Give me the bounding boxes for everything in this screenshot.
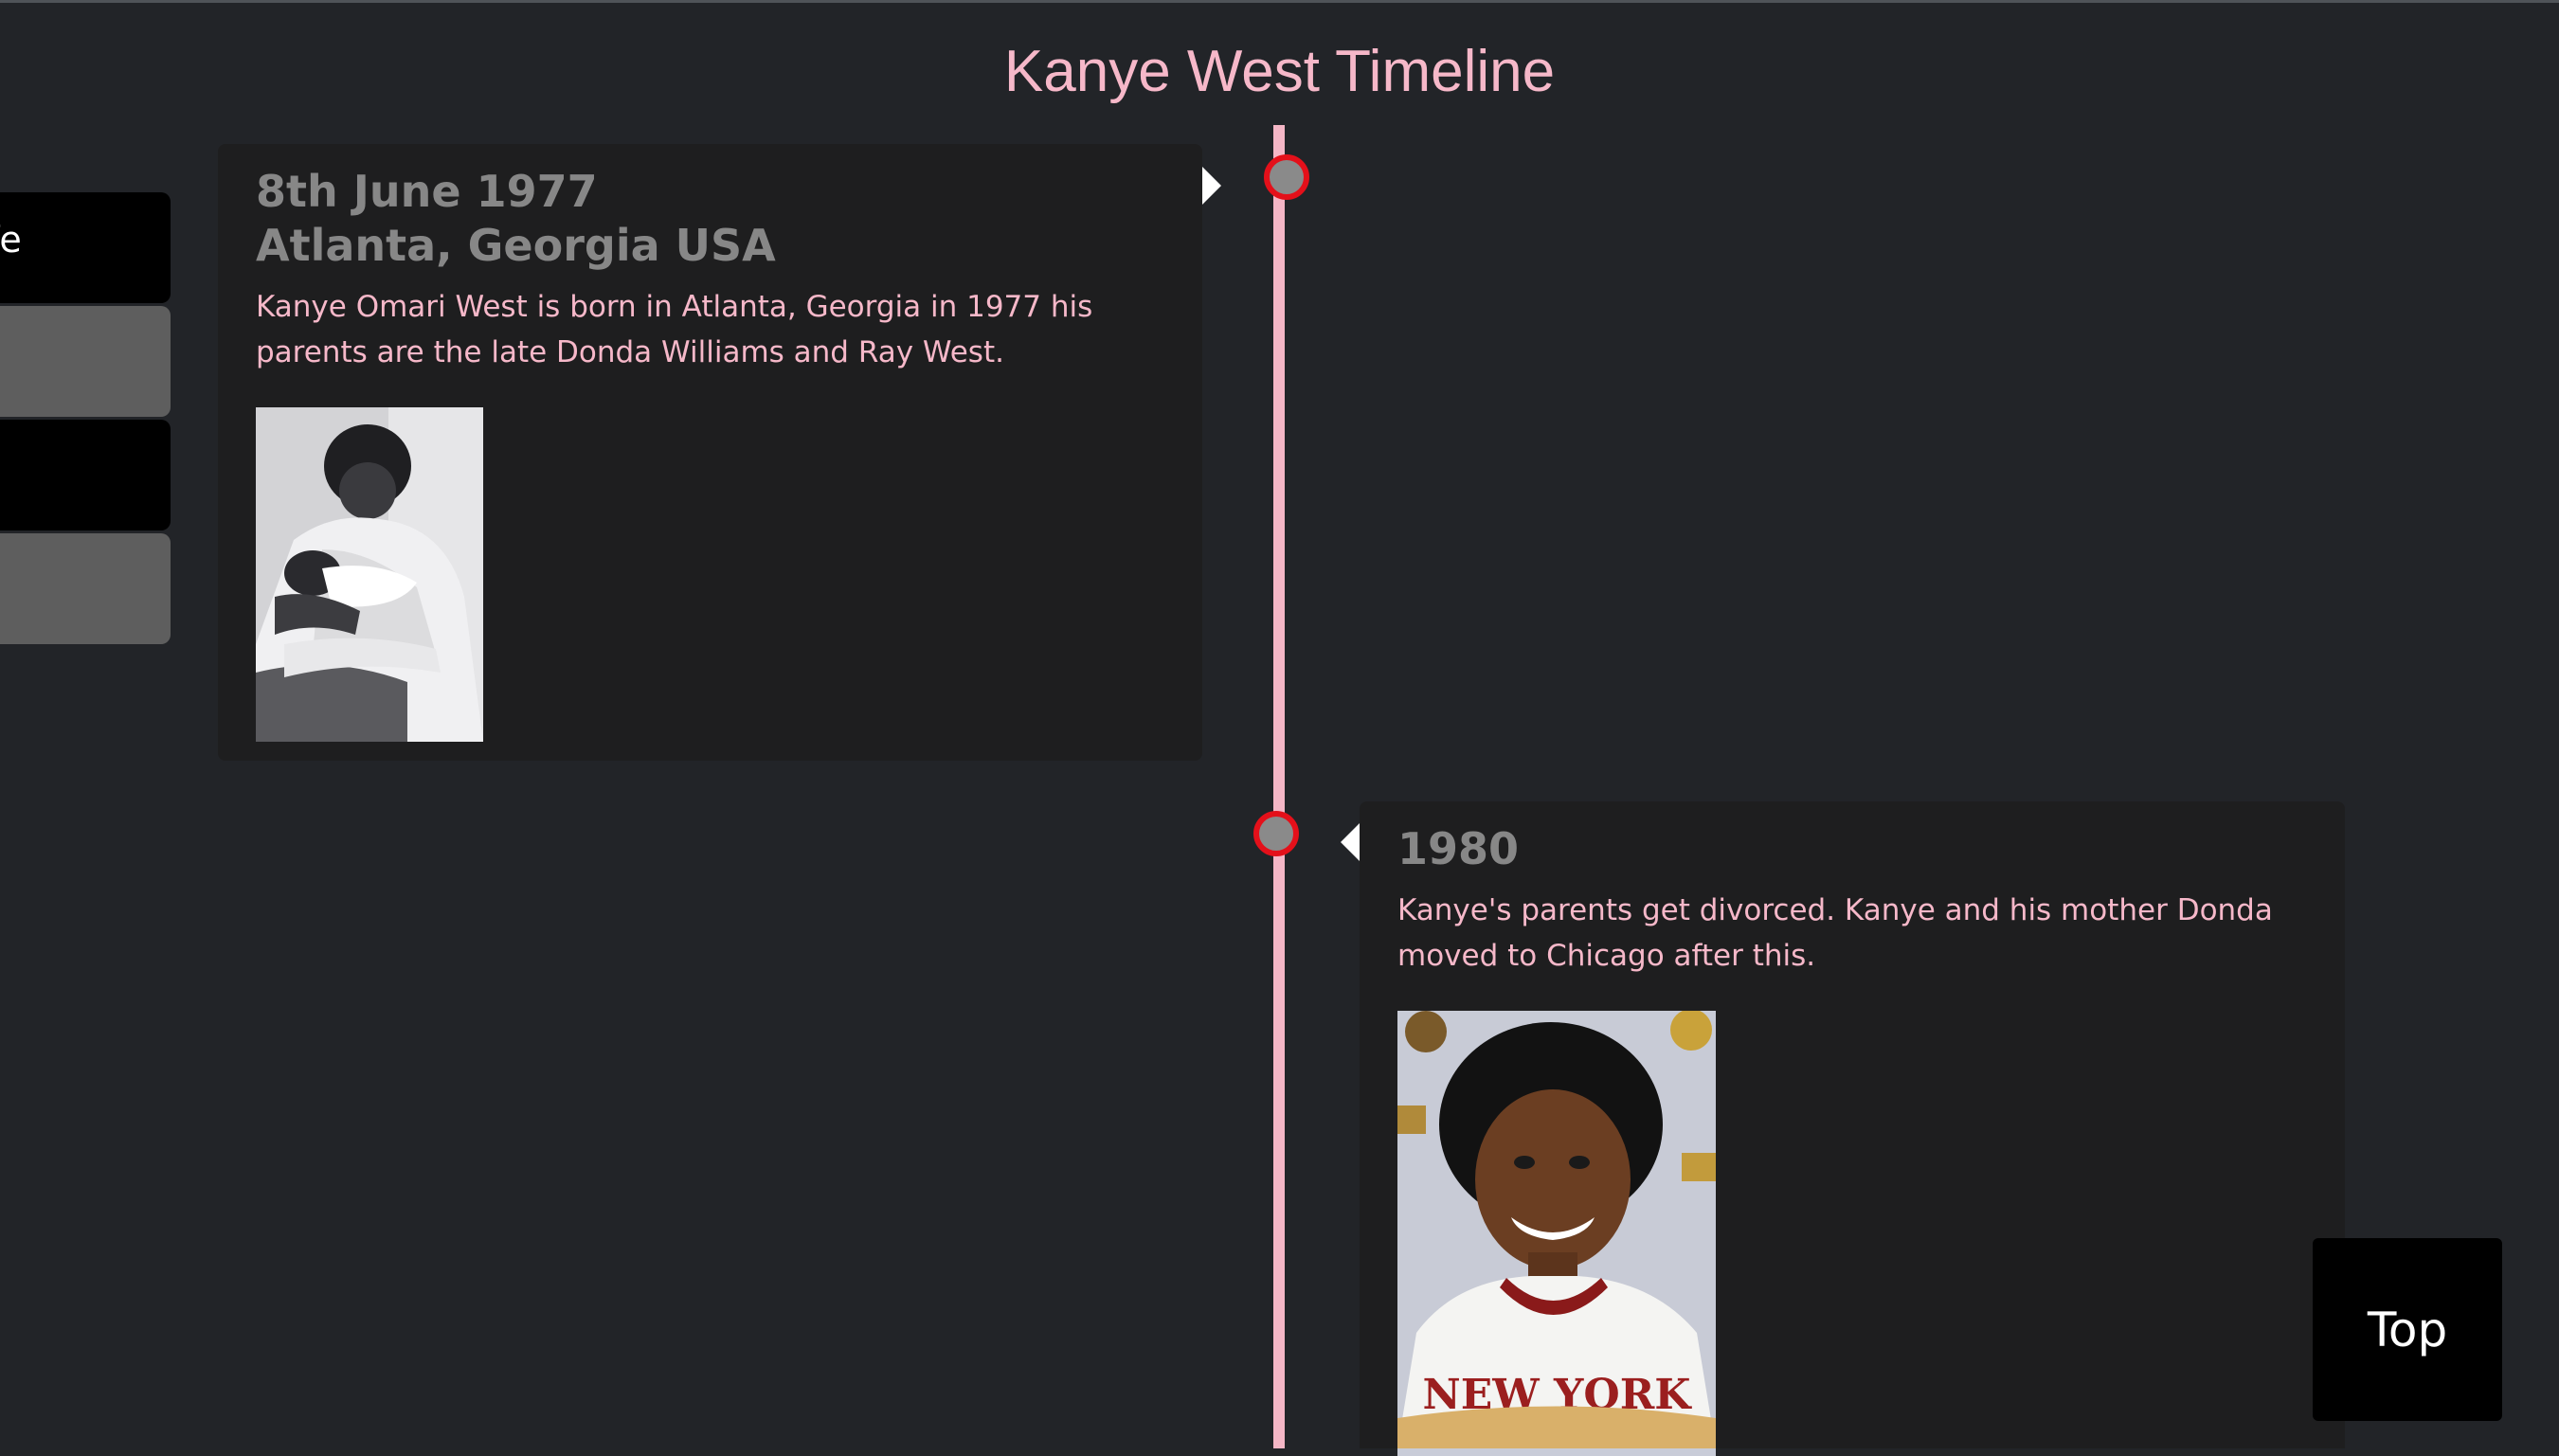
timeline-event-card: 8th June 1977 Atlanta, Georgia USA Kanye… [218,144,1202,761]
event-description: Kanye's parents get divorced. Kanye and … [1397,893,2273,973]
event-photo: NEW YORK [1397,1011,1716,1456]
side-nav-item-1[interactable]: fe [0,192,171,303]
event-photo [256,407,483,742]
event-date: 1980 [1397,823,1520,874]
event-description: Kanye Omari West is born in Atlanta, Geo… [256,290,1093,369]
timeline-event-card: 1980 Kanye's parents get divorced. Kanye… [1360,801,2345,1456]
page-title: Kanye West Timeline [1003,39,1556,104]
timeline-dot [1253,811,1299,856]
card-pointer-left-icon [1341,823,1360,861]
timeline-dot [1264,154,1309,200]
card-pointer-right-icon [1202,167,1221,205]
event-date: 8th June 1977 [256,166,598,217]
back-to-top-button[interactable]: Top [2313,1238,2502,1421]
side-nav-item-2[interactable] [0,306,171,417]
side-nav-item-4[interactable] [0,533,171,644]
side-nav-item-3[interactable] [0,420,171,530]
event-location: Atlanta, Georgia USA [256,220,776,271]
top-border [0,0,2559,3]
side-nav-item-label: fe [0,219,22,261]
timeline-line [1273,125,1285,1448]
